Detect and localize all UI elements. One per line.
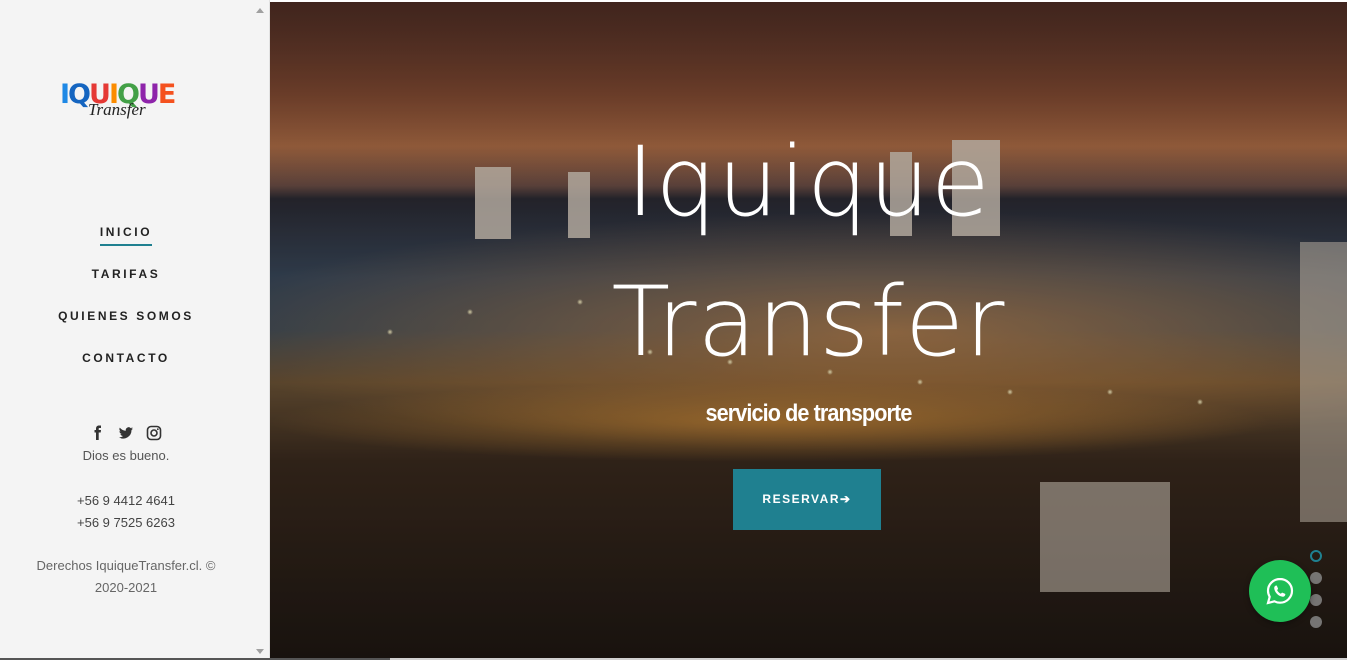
- slider-dot[interactable]: [1310, 594, 1322, 606]
- nav-item-inicio[interactable]: INICIO: [0, 222, 252, 264]
- copyright: Derechos IquiqueTransfer.cl. © 2020-2021: [20, 555, 232, 599]
- slider-dot[interactable]: [1310, 550, 1322, 562]
- facebook-icon[interactable]: [90, 425, 106, 441]
- hero-title-line2: Transfer: [611, 266, 1006, 378]
- nav-item-label: INICIO: [99, 222, 153, 246]
- sidebar: IQUIQUE Transfer INICIO TARIFAS QUIENES …: [0, 0, 270, 660]
- phone-numbers: +56 9 4412 4641 +56 9 7525 6263: [0, 490, 252, 534]
- hero-title-line1: Iquique: [626, 126, 991, 238]
- logo-subtitle: Transfer: [88, 100, 146, 119]
- logo[interactable]: IQUIQUE Transfer: [60, 80, 200, 120]
- tagline: Dios es bueno.: [82, 448, 170, 463]
- slider-dot[interactable]: [1310, 616, 1322, 628]
- whatsapp-button[interactable]: [1249, 560, 1311, 622]
- whatsapp-icon: [1266, 577, 1294, 605]
- hero-subtitle: servicio de transporte: [705, 400, 913, 427]
- reserve-button[interactable]: RESERVAR➔: [733, 469, 881, 530]
- social-links: [0, 424, 252, 442]
- scroll-up-arrow-icon[interactable]: [256, 8, 264, 13]
- nav-item-quienes-somos[interactable]: QUIENES SOMOS: [0, 306, 252, 348]
- nav-item-contacto[interactable]: CONTACTO: [0, 348, 252, 390]
- nav-item-label: TARIFAS: [91, 267, 161, 281]
- copyright-line: 2020-2021: [94, 580, 158, 595]
- logo-letter: E: [157, 79, 177, 110]
- slider-dots: [1310, 550, 1324, 638]
- logo-letter: Q: [68, 79, 91, 110]
- twitter-icon[interactable]: [118, 425, 134, 441]
- phone-number[interactable]: +56 9 4412 4641: [0, 490, 252, 512]
- nav-item-label: CONTACTO: [82, 351, 170, 365]
- main-nav: INICIO TARIFAS QUIENES SOMOS CONTACTO: [0, 222, 252, 390]
- instagram-icon[interactable]: [146, 425, 162, 441]
- scroll-down-arrow-icon[interactable]: [256, 649, 264, 654]
- hero-banner: Iquique Transfer servicio de transporte …: [270, 2, 1347, 658]
- slider-dot[interactable]: [1310, 572, 1322, 584]
- copyright-line: Derechos IquiqueTransfer.cl. ©: [36, 558, 216, 573]
- logo-letter: I: [60, 79, 70, 110]
- nav-item-tarifas[interactable]: TARIFAS: [0, 264, 252, 306]
- phone-number[interactable]: +56 9 7525 6263: [0, 512, 252, 534]
- nav-item-label: QUIENES SOMOS: [58, 309, 194, 323]
